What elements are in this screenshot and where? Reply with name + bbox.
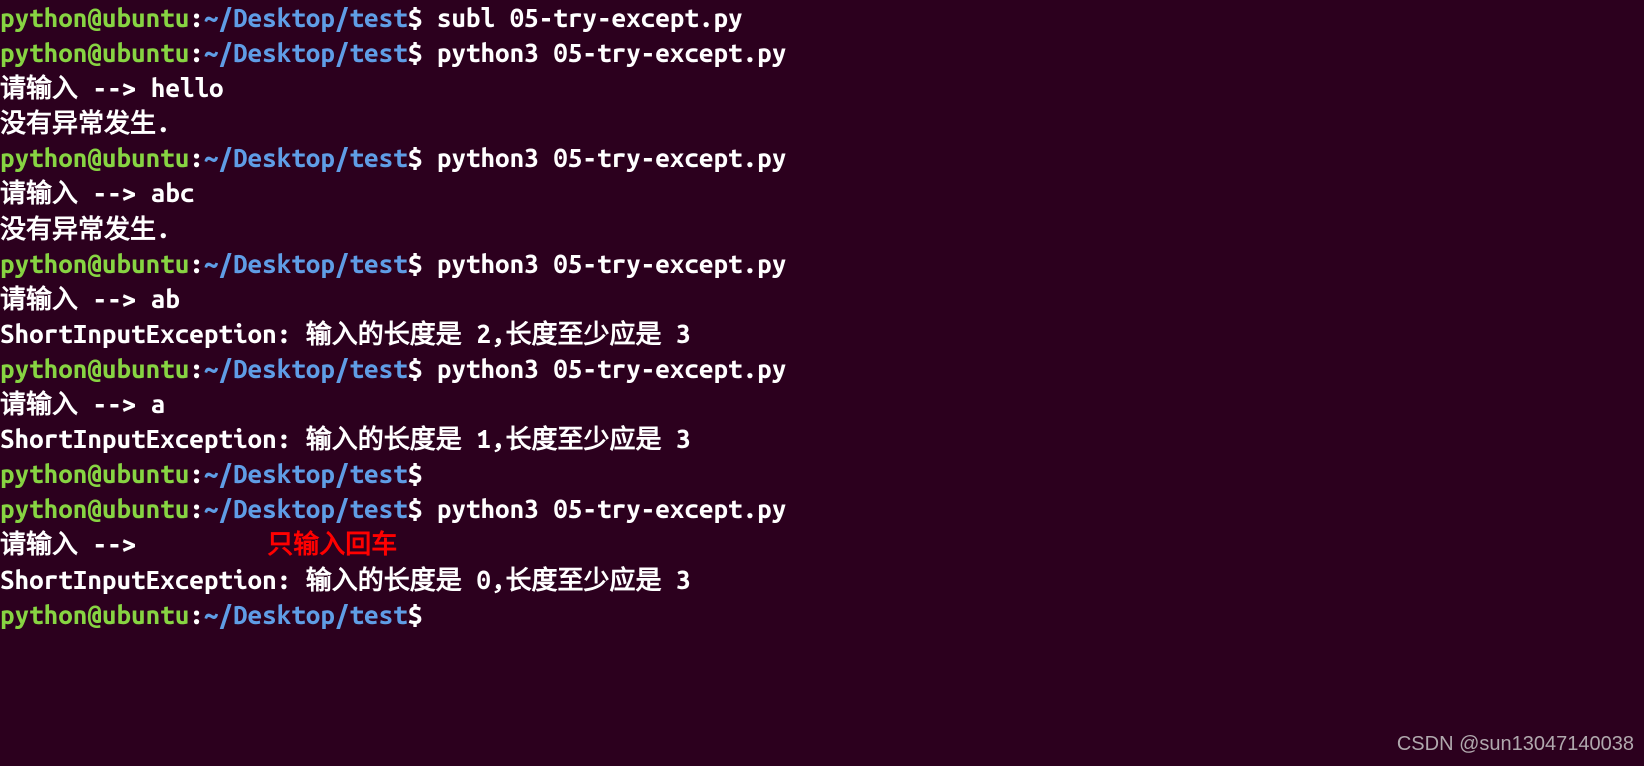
prompt-dollar: $ [408, 354, 437, 383]
prompt-dollar: $ [408, 3, 437, 32]
watermark: CSDN @sun13047140038 [1397, 731, 1634, 758]
prompt-dollar: $ [408, 38, 437, 67]
output-line: 请输入 --> 只输入回车 [0, 526, 1644, 561]
output-line: 请输入 --> hello [0, 70, 1644, 105]
output-text: 请输入 --> [0, 529, 151, 558]
prompt-colon: : [189, 143, 204, 172]
prompt-colon: : [189, 354, 204, 383]
output-line: 请输入 --> abc [0, 175, 1644, 210]
prompt-path: ~/Desktop/test [204, 3, 408, 32]
command-text: python3 05-try-except.py [437, 494, 786, 523]
command-text: python3 05-try-except.py [437, 249, 786, 278]
prompt-user: python@ubuntu [0, 249, 189, 278]
prompt-user: python@ubuntu [0, 354, 189, 383]
output-line: ShortInputException: 输入的长度是 0,长度至少应是 3 [0, 562, 1644, 597]
prompt-path: ~/Desktop/test [204, 459, 408, 488]
output-line: ShortInputException: 输入的长度是 2,长度至少应是 3 [0, 316, 1644, 351]
prompt-colon: : [189, 249, 204, 278]
prompt-line: python@ubuntu:~/Desktop/test$ [0, 456, 1644, 491]
prompt-dollar: $ [408, 249, 437, 278]
prompt-dollar: $ [408, 600, 437, 629]
command-text: python3 05-try-except.py [437, 354, 786, 383]
prompt-path: ~/Desktop/test [204, 143, 408, 172]
terminal-output[interactable]: python@ubuntu:~/Desktop/test$ subl 05-tr… [0, 0, 1644, 632]
output-line: 没有异常发生. [0, 105, 1644, 140]
prompt-user: python@ubuntu [0, 3, 189, 32]
prompt-line: python@ubuntu:~/Desktop/test$ python3 05… [0, 140, 1644, 175]
prompt-user: python@ubuntu [0, 494, 189, 523]
output-line: 没有异常发生. [0, 211, 1644, 246]
prompt-line: python@ubuntu:~/Desktop/test$ python3 05… [0, 491, 1644, 526]
output-line: ShortInputException: 输入的长度是 1,长度至少应是 3 [0, 421, 1644, 456]
prompt-path: ~/Desktop/test [204, 249, 408, 278]
command-text: python3 05-try-except.py [437, 38, 786, 67]
annotation-text: 只输入回车 [267, 529, 397, 558]
prompt-line: python@ubuntu:~/Desktop/test$ python3 05… [0, 246, 1644, 281]
output-line: 请输入 --> ab [0, 281, 1644, 316]
command-text: python3 05-try-except.py [437, 143, 786, 172]
prompt-colon: : [189, 3, 204, 32]
prompt-dollar: $ [408, 143, 437, 172]
prompt-user: python@ubuntu [0, 459, 189, 488]
prompt-path: ~/Desktop/test [204, 354, 408, 383]
output-line: 请输入 --> a [0, 386, 1644, 421]
prompt-path: ~/Desktop/test [204, 600, 408, 629]
command-text: subl 05-try-except.py [437, 3, 743, 32]
prompt-line: python@ubuntu:~/Desktop/test$ subl 05-tr… [0, 0, 1644, 35]
prompt-user: python@ubuntu [0, 143, 189, 172]
prompt-colon: : [189, 600, 204, 629]
prompt-colon: : [189, 494, 204, 523]
prompt-line: python@ubuntu:~/Desktop/test$ python3 05… [0, 351, 1644, 386]
prompt-line: python@ubuntu:~/Desktop/test$ python3 05… [0, 35, 1644, 70]
prompt-colon: : [189, 459, 204, 488]
prompt-user: python@ubuntu [0, 600, 189, 629]
prompt-dollar: $ [408, 494, 437, 523]
prompt-path: ~/Desktop/test [204, 38, 408, 67]
prompt-colon: : [189, 38, 204, 67]
prompt-dollar: $ [408, 459, 437, 488]
prompt-line: python@ubuntu:~/Desktop/test$ [0, 597, 1644, 632]
prompt-user: python@ubuntu [0, 38, 189, 67]
prompt-path: ~/Desktop/test [204, 494, 408, 523]
